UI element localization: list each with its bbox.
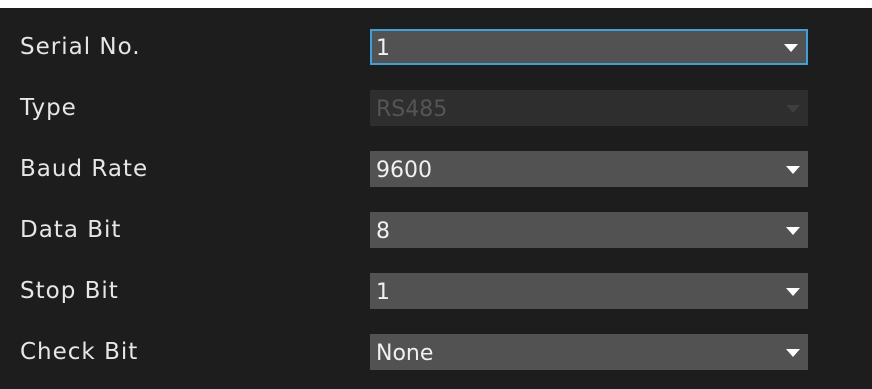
stop-bit-value: 1 [376,280,390,305]
data-bit-dropdown[interactable]: 8 [370,212,808,248]
data-bit-label: Data Bit [20,217,122,243]
stop-bit-row: Stop Bit 1 [0,271,872,319]
stop-bit-label: Stop Bit [20,278,119,304]
check-bit-row: Check Bit None [0,332,872,380]
check-bit-dropdown[interactable]: None [370,334,808,370]
check-bit-value: None [376,341,434,366]
baud-rate-row: Baud Rate 9600 [0,149,872,197]
serial-no-dropdown[interactable]: 1 [370,29,808,65]
data-bit-value: 8 [376,219,390,244]
stop-bit-dropdown[interactable]: 1 [370,273,808,309]
chevron-down-icon[interactable] [778,334,808,370]
chevron-down-icon[interactable] [776,29,806,65]
type-value: RS485 [376,97,448,122]
baud-rate-dropdown[interactable]: 9600 [370,151,808,187]
chevron-down-icon[interactable] [778,212,808,248]
serial-no-row: Serial No. 1 [0,27,872,75]
serial-settings-panel: Serial No. 1 Type RS485 Baud Rate 9600 D… [0,8,872,389]
chevron-down-icon[interactable] [778,151,808,187]
data-bit-row: Data Bit 8 [0,210,872,258]
baud-rate-label: Baud Rate [20,156,149,182]
type-dropdown: RS485 [370,90,808,126]
baud-rate-value: 9600 [376,158,432,183]
chevron-down-icon[interactable] [778,273,808,309]
check-bit-label: Check Bit [20,339,139,365]
chevron-down-icon [778,90,808,126]
serial-no-label: Serial No. [20,34,141,60]
serial-no-value: 1 [376,36,390,61]
type-row: Type RS485 [0,88,872,136]
type-label: Type [20,95,77,121]
